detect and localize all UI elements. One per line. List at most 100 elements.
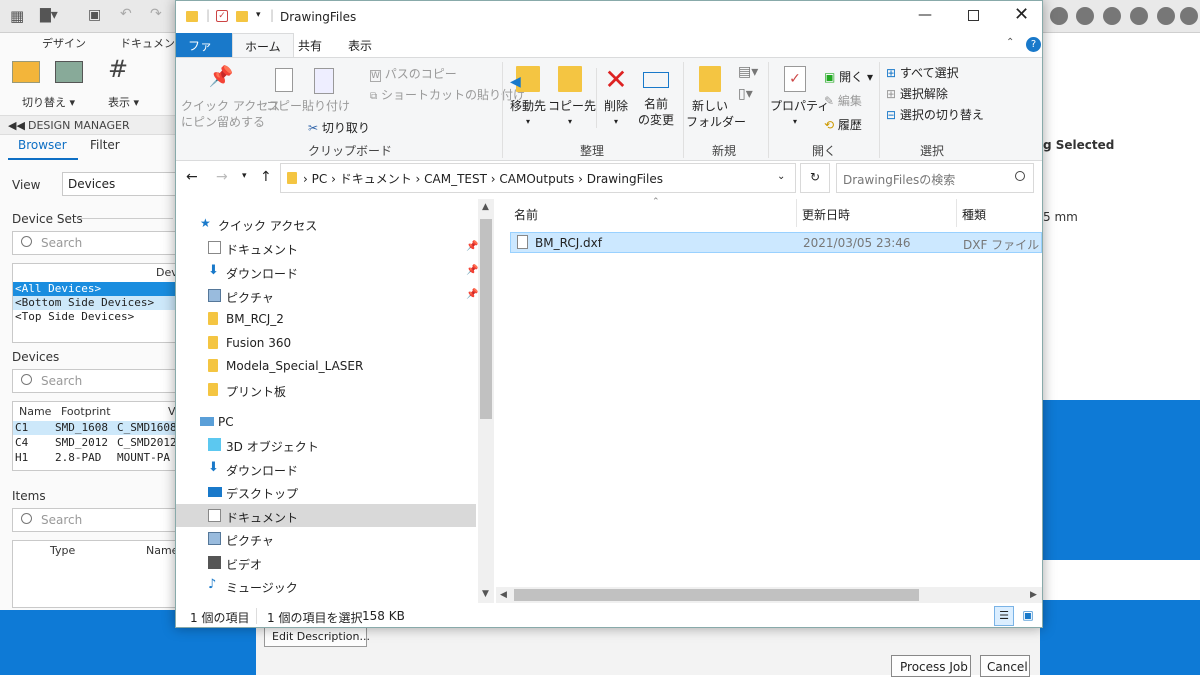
edit-button[interactable]: ✎ 編集 xyxy=(824,92,862,109)
tab-share[interactable]: 共有 xyxy=(286,33,334,57)
easy-access-icon[interactable]: ▯▾ xyxy=(738,86,753,102)
devices-search[interactable]: Search xyxy=(12,369,177,393)
paste-button[interactable]: 貼り付け xyxy=(302,68,350,114)
breadcrumb-item[interactable]: CAMOutputs xyxy=(499,172,574,186)
nav-pc[interactable]: PC xyxy=(200,411,500,434)
new-folder-quick-icon[interactable] xyxy=(236,11,248,22)
address-dropdown-icon[interactable]: ⌄ xyxy=(777,171,785,182)
nav-pictures[interactable]: ピクチャ xyxy=(208,528,508,551)
list-item[interactable]: <Bottom Side Devices> xyxy=(13,296,176,310)
chevron-up-icon[interactable]: ⌃ xyxy=(1006,37,1014,48)
nav-documents[interactable]: ドキュメント xyxy=(208,505,508,528)
scroll-up-icon[interactable]: ▲ xyxy=(482,202,489,212)
breadcrumb-item[interactable]: CAM_TEST xyxy=(424,172,487,186)
items-search[interactable]: Search xyxy=(12,508,177,532)
table-row[interactable]: C4 SMD_2012 C_SMD2012 xyxy=(13,436,177,450)
nav-quick-access[interactable]: ★ クイック アクセス xyxy=(200,213,500,236)
copy-path-button[interactable]: W パスのコピー xyxy=(370,65,457,82)
tab-filter[interactable]: Filter xyxy=(90,138,120,152)
design-tab[interactable]: デザイン xyxy=(42,35,86,51)
view-label[interactable]: 表示 ▾ xyxy=(108,94,139,110)
close-icon[interactable]: ✕ xyxy=(1014,4,1029,25)
nav-folder[interactable]: Modela_Special_LASER xyxy=(208,355,508,378)
collapse-icon[interactable]: ◀◀ xyxy=(8,119,25,132)
properties-quick-icon[interactable]: ✓ xyxy=(216,10,228,22)
large-icons-view-icon[interactable]: ▣ xyxy=(1018,606,1038,626)
forward-arrow-icon[interactable]: → xyxy=(216,169,228,185)
nav-desktop[interactable]: デスクトップ xyxy=(208,481,508,504)
column-header-type[interactable]: 種類 xyxy=(962,206,986,223)
chip-icon[interactable] xyxy=(55,61,83,83)
scrollbar-thumb[interactable] xyxy=(514,589,919,601)
grid-icon[interactable]: # xyxy=(108,55,128,83)
scroll-down-icon[interactable]: ▼ xyxy=(482,589,489,599)
switch-icon[interactable] xyxy=(12,61,40,83)
properties-button[interactable]: ✓ プロパティ ▾ xyxy=(770,66,829,130)
table-row[interactable]: C1 SMD_1608 C_SMD1608 xyxy=(13,421,177,435)
undo-icon[interactable]: ↶ xyxy=(120,6,132,22)
grid-menu-icon[interactable]: ▦ xyxy=(10,7,24,25)
tab-home[interactable]: ホーム xyxy=(232,33,294,57)
nav-scrollbar[interactable]: ▲ ▼ xyxy=(478,199,494,603)
refresh-icon[interactable]: ↻ xyxy=(800,163,830,193)
up-arrow-icon[interactable]: ↑ xyxy=(260,169,272,185)
new-folder-button[interactable]: 新しい フォルダー xyxy=(686,66,746,130)
process-job-button[interactable]: Process Job xyxy=(891,655,971,677)
column-header-date[interactable]: 更新日時 xyxy=(802,206,850,223)
breadcrumb-item[interactable]: PC xyxy=(312,172,328,186)
pin-icon[interactable]: 📌 xyxy=(466,241,478,252)
horizontal-scrollbar[interactable]: ◀ ▶ xyxy=(496,587,1042,603)
clock-icon[interactable] xyxy=(1130,7,1148,25)
switch-label[interactable]: 切り替え ▾ xyxy=(22,94,75,110)
view-select[interactable]: Devices xyxy=(62,172,177,196)
list-item[interactable]: <Top Side Devices> xyxy=(13,310,176,324)
history-button[interactable]: ⟲ 履歴 xyxy=(824,116,862,133)
tab-browser[interactable]: Browser xyxy=(18,138,67,152)
extensions-icon[interactable] xyxy=(1103,7,1121,25)
chevron-down-icon[interactable]: ▾ xyxy=(256,10,261,20)
nav-folder[interactable]: プリント板 xyxy=(208,379,508,402)
rename-button[interactable]: 名前 の変更 xyxy=(636,66,676,128)
search-input[interactable]: DrawingFilesの検索 xyxy=(836,163,1034,193)
pin-icon[interactable]: 📌 xyxy=(466,289,478,300)
scroll-left-icon[interactable]: ◀ xyxy=(500,590,507,600)
redo-icon[interactable]: ↷ xyxy=(150,6,162,22)
nav-music[interactable]: ♪ ミュージック xyxy=(208,575,508,598)
chat-icon[interactable] xyxy=(1076,7,1094,25)
help-icon[interactable]: ? xyxy=(1026,37,1041,52)
copy-to-button[interactable]: コピー先 ▾ xyxy=(548,66,596,130)
plus-icon[interactable] xyxy=(1050,7,1068,25)
edit-description-button[interactable]: Edit Description... xyxy=(264,625,370,647)
save-icon[interactable]: ▣ xyxy=(88,7,101,23)
nav-downloads-pinned[interactable]: ⬇ ダウンロード 📌 xyxy=(208,261,508,284)
list-item[interactable]: <All Devices> xyxy=(13,282,176,296)
select-none-button[interactable]: ⊞ 選択解除 xyxy=(886,85,948,102)
table-row[interactable]: H1 2.8-PAD MOUNT-PA xyxy=(13,451,176,465)
scrollbar-thumb[interactable] xyxy=(480,219,492,419)
column-header-name[interactable]: 名前 xyxy=(514,206,538,223)
delete-button[interactable]: ✕ 削除 ▾ xyxy=(600,64,632,130)
move-to-button[interactable]: ◀ 移動先 ▾ xyxy=(508,66,548,130)
pin-quick-access-button[interactable]: 📌 クイック アクセス にピン留めする xyxy=(181,66,280,130)
new-item-icon[interactable]: ▤▾ xyxy=(738,64,758,80)
address-bar[interactable]: › PC › ドキュメント › CAM_TEST › CAMOutputs › … xyxy=(280,163,796,193)
copy-button[interactable]: コピー xyxy=(264,68,304,114)
nav-pictures-pinned[interactable]: ピクチャ 📌 xyxy=(208,285,508,308)
help-icon[interactable] xyxy=(1180,7,1198,25)
device-sets-search[interactable]: Search xyxy=(12,231,177,255)
nav-documents-pinned[interactable]: ドキュメント 📌 xyxy=(208,237,508,260)
cut-button[interactable]: ✂ 切り取り xyxy=(308,119,370,136)
breadcrumb-item[interactable]: ドキュメント xyxy=(340,172,412,186)
nav-3d-objects[interactable]: 3D オブジェクト xyxy=(208,434,508,457)
nav-videos[interactable]: ビデオ xyxy=(208,552,508,575)
invert-selection-button[interactable]: ⊟ 選択の切り替え xyxy=(886,106,984,123)
file-row[interactable]: BM_RCJ.dxf 2021/03/05 23:46 DXF ファイル xyxy=(510,232,1042,253)
select-all-button[interactable]: ⊞ すべて選択 xyxy=(886,64,959,81)
open-button[interactable]: ▣ 開く ▾ xyxy=(824,68,873,85)
scroll-right-icon[interactable]: ▶ xyxy=(1030,590,1037,600)
bell-icon[interactable] xyxy=(1157,7,1175,25)
back-arrow-icon[interactable]: ← xyxy=(186,169,198,185)
maximize-icon[interactable] xyxy=(968,10,979,21)
breadcrumb-item[interactable]: DrawingFiles xyxy=(587,172,663,186)
details-view-icon[interactable]: ☰ xyxy=(994,606,1014,626)
